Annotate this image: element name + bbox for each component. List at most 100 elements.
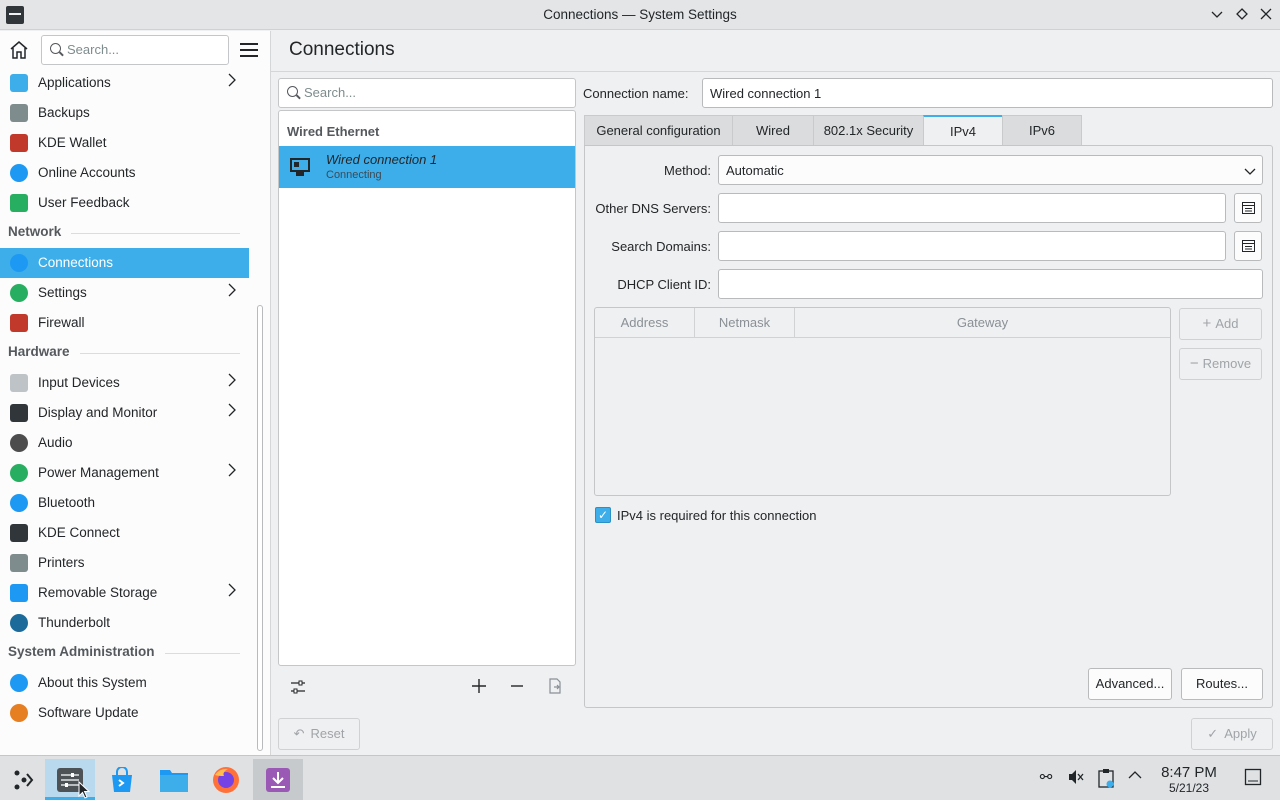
advanced-button[interactable]: Advanced... — [1088, 668, 1172, 700]
sidebar-item-kde-wallet[interactable]: KDE Wallet — [0, 128, 249, 158]
minimize-button[interactable] — [1206, 4, 1228, 26]
download-installer-icon — [266, 768, 290, 792]
sidebar-item-printers[interactable]: Printers — [0, 548, 249, 578]
discover-store-icon — [112, 767, 132, 792]
backups-icon — [10, 104, 28, 122]
chevron-right-icon — [227, 583, 237, 601]
sidebar-item-thunderbolt[interactable]: Thunderbolt — [0, 608, 249, 638]
routes-button[interactable]: Routes... — [1181, 668, 1263, 700]
column-header-gateway[interactable]: Gateway — [795, 308, 1170, 338]
sidebar-item-label: Online Accounts — [38, 165, 136, 180]
connections-search-input[interactable]: Search... — [278, 78, 576, 108]
sidebar-scrollbar[interactable] — [257, 305, 263, 751]
sidebar-item-connections[interactable]: Connections — [0, 248, 249, 278]
sidebar-item-about-this-system[interactable]: About this System — [0, 668, 249, 698]
apply-button[interactable]: ✓ Apply — [1191, 718, 1273, 750]
task-discover[interactable] — [97, 759, 147, 800]
connection-name-field[interactable]: Wired connection 1 — [702, 78, 1273, 108]
home-icon — [10, 41, 28, 59]
dhcp-client-id-label: DHCP Client ID: — [617, 277, 711, 292]
ipv4-required-checkbox[interactable]: ✓ — [595, 507, 611, 523]
sidebar-item-backups[interactable]: Backups — [0, 98, 249, 128]
sidebar-item-power-management[interactable]: Power Management — [0, 458, 249, 488]
list-edit-icon — [1242, 240, 1255, 252]
chevron-down-icon — [1211, 11, 1223, 18]
show-desktop-button[interactable] — [1243, 768, 1263, 788]
connection-item[interactable]: Wired connection 1 Connecting — [279, 146, 575, 188]
sidebar-item-label: Applications — [38, 75, 111, 90]
sidebar-search-input[interactable]: Search... — [41, 35, 229, 65]
chevron-right-icon — [227, 403, 237, 421]
maximize-button[interactable] — [1231, 4, 1253, 26]
remove-connection-button[interactable] — [506, 678, 528, 700]
apply-label: Apply — [1224, 726, 1257, 741]
search-domains-field[interactable] — [718, 231, 1226, 261]
add-connection-button[interactable] — [468, 678, 490, 700]
list-section-header: Wired Ethernet — [287, 124, 380, 139]
mouse-icon — [10, 374, 28, 392]
show-hidden-icons-button[interactable] — [1125, 768, 1145, 788]
edit-dns-servers-button[interactable] — [1234, 193, 1262, 223]
hamburger-menu-button[interactable] — [240, 43, 258, 57]
clock-time[interactable]: 8:47 PM — [1150, 764, 1228, 781]
sidebar-item-removable-storage[interactable]: Removable Storage — [0, 578, 249, 608]
task-firefox[interactable] — [201, 759, 251, 800]
home-button[interactable] — [8, 39, 34, 65]
sidebar-section-network: Network — [8, 224, 240, 239]
dns-servers-field[interactable] — [718, 193, 1226, 223]
sidebar-item-software-update[interactable]: Software Update — [0, 698, 249, 728]
task-installer[interactable] — [253, 759, 303, 800]
reset-button[interactable]: ↶ Reset — [278, 718, 360, 750]
folder-icon — [160, 770, 188, 792]
dns-servers-label: Other DNS Servers: — [595, 201, 711, 216]
remove-address-button[interactable]: − Remove — [1179, 348, 1262, 380]
clipboard-tray-icon[interactable] — [1096, 768, 1116, 788]
sidebar-item-audio[interactable]: Audio — [0, 428, 249, 458]
sidebar-item-label: Power Management — [38, 465, 159, 480]
task-system-settings[interactable] — [45, 759, 95, 800]
application-launcher[interactable] — [0, 759, 50, 800]
configure-button[interactable] — [287, 678, 309, 700]
sidebar-item-firewall[interactable]: Firewall — [0, 308, 249, 338]
tab-general-configuration[interactable]: General configuration — [584, 115, 733, 146]
sidebar-item-settings[interactable]: Settings — [0, 278, 249, 308]
sidebar-item-label: KDE Connect — [38, 525, 120, 540]
task-file-manager[interactable] — [149, 759, 199, 800]
tab-ipv4[interactable]: IPv4 — [923, 115, 1003, 146]
column-header-netmask[interactable]: Netmask — [695, 308, 795, 338]
sidebar-item-display-and-monitor[interactable]: Display and Monitor — [0, 398, 249, 428]
sidebar-item-user-feedback[interactable]: User Feedback — [0, 188, 249, 218]
clipboard-icon — [1098, 769, 1114, 788]
tab-8021x-security[interactable]: 802.1x Security — [813, 115, 924, 146]
speaker-icon — [10, 434, 28, 452]
printer-icon — [10, 554, 28, 572]
window-title: Connections — System Settings — [543, 7, 737, 22]
sidebar-item-applications[interactable]: Applications — [0, 68, 249, 98]
column-header-address[interactable]: Address — [595, 308, 695, 338]
monitor-icon — [10, 404, 28, 422]
tab-ipv6[interactable]: IPv6 — [1002, 115, 1082, 146]
clock-date[interactable]: 5/21/23 — [1150, 781, 1228, 795]
sidebar-item-input-devices[interactable]: Input Devices — [0, 368, 249, 398]
connection-name-label: Connection name: — [583, 86, 689, 101]
tab-wired[interactable]: Wired — [732, 115, 814, 146]
sidebar-section-title: System Administration — [8, 644, 155, 659]
edit-search-domains-button[interactable] — [1234, 231, 1262, 261]
muted-speaker-icon[interactable] — [1066, 768, 1086, 788]
sidebar-item-kde-connect[interactable]: KDE Connect — [0, 518, 249, 548]
list-edit-icon — [1242, 202, 1255, 214]
network-tray-icon[interactable]: ⚯ — [1036, 768, 1056, 788]
page-title: Connections — [289, 39, 395, 60]
method-select[interactable]: Automatic — [718, 155, 1263, 185]
export-connection-button[interactable] — [544, 678, 566, 700]
sidebar-header: Search... — [0, 31, 270, 71]
sidebar-item-online-accounts[interactable]: Online Accounts — [0, 158, 249, 188]
sidebar-item-bluetooth[interactable]: Bluetooth — [0, 488, 249, 518]
add-address-button[interactable]: + Add — [1179, 308, 1262, 340]
chevron-right-icon — [227, 373, 237, 391]
globe-network-icon — [10, 254, 28, 272]
close-button[interactable] — [1255, 4, 1277, 26]
sidebar-section-hardware: Hardware — [8, 344, 240, 359]
dhcp-client-id-field[interactable] — [718, 269, 1263, 299]
section-divider — [79, 353, 240, 354]
